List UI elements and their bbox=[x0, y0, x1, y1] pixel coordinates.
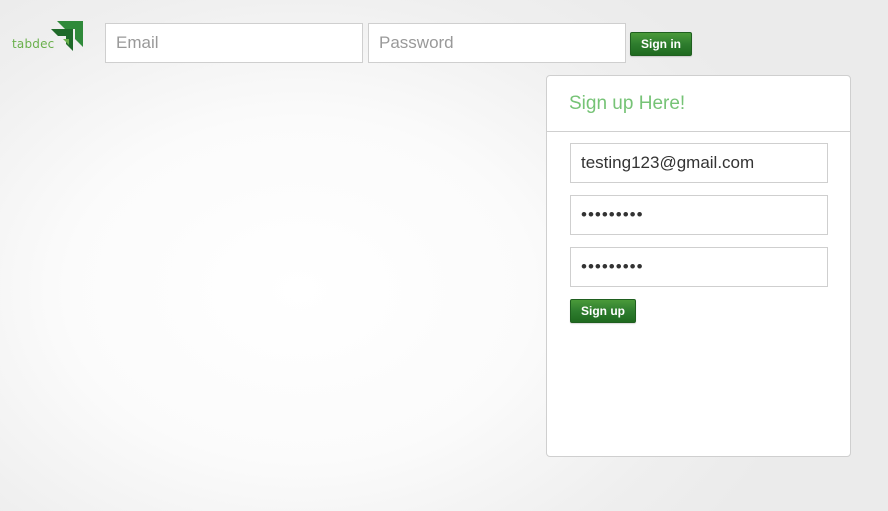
logo-arrow-icon bbox=[51, 21, 83, 51]
signup-title: Sign up Here! bbox=[569, 93, 686, 114]
sign-up-button[interactable]: Sign up bbox=[570, 299, 636, 323]
signup-panel-heading: Sign up Here! bbox=[547, 76, 850, 132]
header-password-input[interactable] bbox=[368, 23, 626, 63]
signup-panel: Sign up Here! Sign up bbox=[546, 75, 851, 457]
signup-email-field[interactable] bbox=[570, 143, 828, 183]
header-email-input[interactable] bbox=[105, 23, 363, 63]
sign-in-button[interactable]: Sign in bbox=[630, 32, 692, 56]
signup-password-field[interactable] bbox=[570, 195, 828, 235]
signup-confirm-password-field[interactable] bbox=[570, 247, 828, 287]
tabdec-logo[interactable]: tabdec bbox=[12, 21, 84, 55]
